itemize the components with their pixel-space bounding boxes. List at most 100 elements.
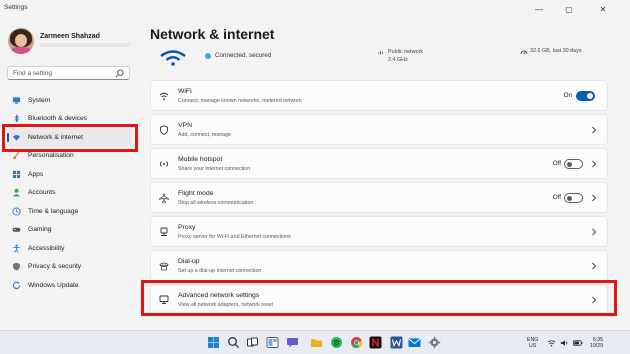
- brush-icon: [13, 151, 20, 160]
- chat-icon[interactable]: [286, 336, 299, 349]
- card-advanced-network-settings[interactable]: Advanced network settings View all netwo…: [150, 284, 608, 315]
- card-title: WiFi: [178, 88, 192, 95]
- chevron-right-icon: [592, 296, 597, 304]
- minimize-button[interactable]: —: [526, 2, 552, 16]
- sidebar-item-gaming[interactable]: Gaming: [7, 221, 132, 240]
- network-profile: Public network 2.4 GHz: [388, 48, 423, 64]
- data-usage-icon: [520, 50, 528, 55]
- title-bar: Settings — ▢ ✕: [0, 0, 630, 18]
- card-title: Proxy: [178, 224, 196, 231]
- card-dial-up[interactable]: Dial-up Set up a dial-up internet connec…: [150, 250, 608, 281]
- sidebar-item-system[interactable]: System: [7, 91, 132, 110]
- sidebar-nav: System Bluetooth & devices Network & int…: [7, 91, 132, 295]
- sidebar-item-network[interactable]: Network & internet: [7, 128, 132, 147]
- card-title: Mobile hotspot: [178, 156, 223, 163]
- toggle-state: Off: [552, 160, 561, 167]
- shield-icon: [13, 262, 20, 271]
- sidebar-item-bluetooth[interactable]: Bluetooth & devices: [7, 110, 132, 129]
- search-icon[interactable]: [227, 336, 240, 349]
- card-subtitle: Set up a dial-up internet connection: [178, 268, 262, 274]
- card-mobile-hotspot[interactable]: Mobile hotspot Share your internet conne…: [150, 148, 608, 179]
- taskbar: ENG US 6:35 10/29: [0, 330, 630, 354]
- sidebar-item-label: Network & internet: [28, 133, 84, 141]
- hotspot-icon: [160, 161, 168, 167]
- volume-icon[interactable]: [560, 339, 569, 347]
- start-icon[interactable]: [207, 336, 220, 349]
- accessibility-icon: [13, 244, 20, 253]
- chrome-icon[interactable]: [350, 336, 363, 349]
- netflix-icon[interactable]: [369, 336, 382, 349]
- sidebar-item-personalisation[interactable]: Personalisation: [7, 147, 132, 166]
- sidebar-item-label: Windows Update: [28, 281, 79, 289]
- wifi-icon: [159, 92, 169, 101]
- gamepad-icon: [12, 227, 21, 232]
- network-status: Connected, secured Public network 2.4 GH…: [150, 48, 615, 84]
- sidebar-item-label: Privacy & security: [28, 263, 82, 271]
- sidebar-item-apps[interactable]: Apps: [7, 165, 132, 184]
- chevron-right-icon: [592, 194, 597, 202]
- sidebar-item-label: Personalisation: [28, 152, 74, 160]
- widgets-icon[interactable]: [266, 336, 279, 349]
- network-type: Public network: [388, 49, 424, 55]
- search-input[interactable]: Find a setting: [7, 66, 130, 80]
- card-subtitle: Share your internet connection: [178, 166, 251, 172]
- sidebar-item-privacy-security[interactable]: Privacy & security: [7, 258, 132, 277]
- wifi-toggle[interactable]: [576, 91, 595, 101]
- card-title: VPN: [178, 122, 192, 129]
- connected-dot-icon: [205, 52, 211, 59]
- globe-icon: [378, 50, 383, 55]
- clock-date: 10/29: [590, 343, 603, 349]
- close-button[interactable]: ✕: [590, 2, 616, 16]
- settings-icon[interactable]: [428, 336, 441, 349]
- sidebar-item-time-language[interactable]: Time & language: [7, 202, 132, 221]
- card-subtitle: Add, connect, manage: [178, 132, 232, 138]
- avatar[interactable]: [8, 28, 34, 54]
- card-subtitle: View all network adapters, network reset: [178, 302, 273, 308]
- sidebar-item-accessibility[interactable]: Accessibility: [7, 239, 132, 258]
- chevron-right-icon: [592, 126, 597, 134]
- wifi-signal-icon: [160, 50, 186, 66]
- page-title: Network & internet: [150, 26, 275, 42]
- card-subtitle: Proxy server for Wi-Fi and Ethernet conn…: [178, 234, 291, 240]
- spotify-icon[interactable]: [330, 336, 343, 349]
- globe-clock-icon: [12, 207, 21, 216]
- apps-icon: [12, 170, 21, 178]
- sidebar-item-windows-update[interactable]: Windows Update: [7, 276, 132, 295]
- sidebar-item-label: Accounts: [28, 189, 56, 197]
- language-indicator[interactable]: ENG US: [527, 337, 538, 349]
- file-explorer-icon[interactable]: [310, 336, 323, 349]
- clock[interactable]: 6:35 10/29: [590, 337, 603, 349]
- sidebar-item-label: Bluetooth & devices: [28, 115, 88, 123]
- sidebar-item-label: Gaming: [28, 226, 52, 234]
- card-vpn[interactable]: VPN Add, connect, manage: [150, 114, 608, 145]
- update-icon: [12, 281, 21, 289]
- card-subtitle: Connect, manage known networks, metered …: [178, 98, 302, 104]
- card-title: Dial-up: [178, 258, 200, 265]
- monitor-icon: [12, 97, 21, 104]
- card-wifi[interactable]: WiFi Connect, manage known networks, met…: [150, 80, 608, 111]
- maximize-button[interactable]: ▢: [556, 2, 582, 16]
- dialup-icon: [159, 262, 169, 271]
- card-subtitle: Stop all wireless communication: [178, 200, 254, 206]
- connection-status-text: Connected, secured: [215, 52, 272, 59]
- window-title: Settings: [4, 4, 28, 11]
- hotspot-toggle[interactable]: [564, 159, 583, 169]
- sidebar-item-label: Accessibility: [28, 244, 65, 252]
- toggle-state: Off: [552, 194, 561, 201]
- card-proxy[interactable]: Proxy Proxy server for Wi-Fi and Etherne…: [150, 216, 608, 247]
- battery-icon[interactable]: [573, 339, 583, 347]
- card-flight-mode[interactable]: Flight mode Stop all wireless communicat…: [150, 182, 608, 213]
- word-icon[interactable]: [390, 336, 403, 349]
- monitor-network-icon: [159, 295, 169, 304]
- wifi-tray-icon[interactable]: [547, 339, 556, 347]
- flight-mode-toggle[interactable]: [564, 193, 583, 203]
- chevron-right-icon: [592, 228, 597, 236]
- chevron-right-icon: [592, 160, 597, 168]
- user-name: Zarmeen Shahzad: [40, 33, 100, 40]
- sidebar: Zarmeen Shahzad Find a setting System Bl…: [0, 18, 140, 328]
- connection-status: Connected, secured: [205, 52, 271, 59]
- sidebar-item-accounts[interactable]: Accounts: [7, 184, 132, 203]
- task-view-icon[interactable]: [246, 336, 259, 349]
- sidebar-item-label: System: [28, 96, 51, 104]
- mail-icon[interactable]: [408, 336, 421, 349]
